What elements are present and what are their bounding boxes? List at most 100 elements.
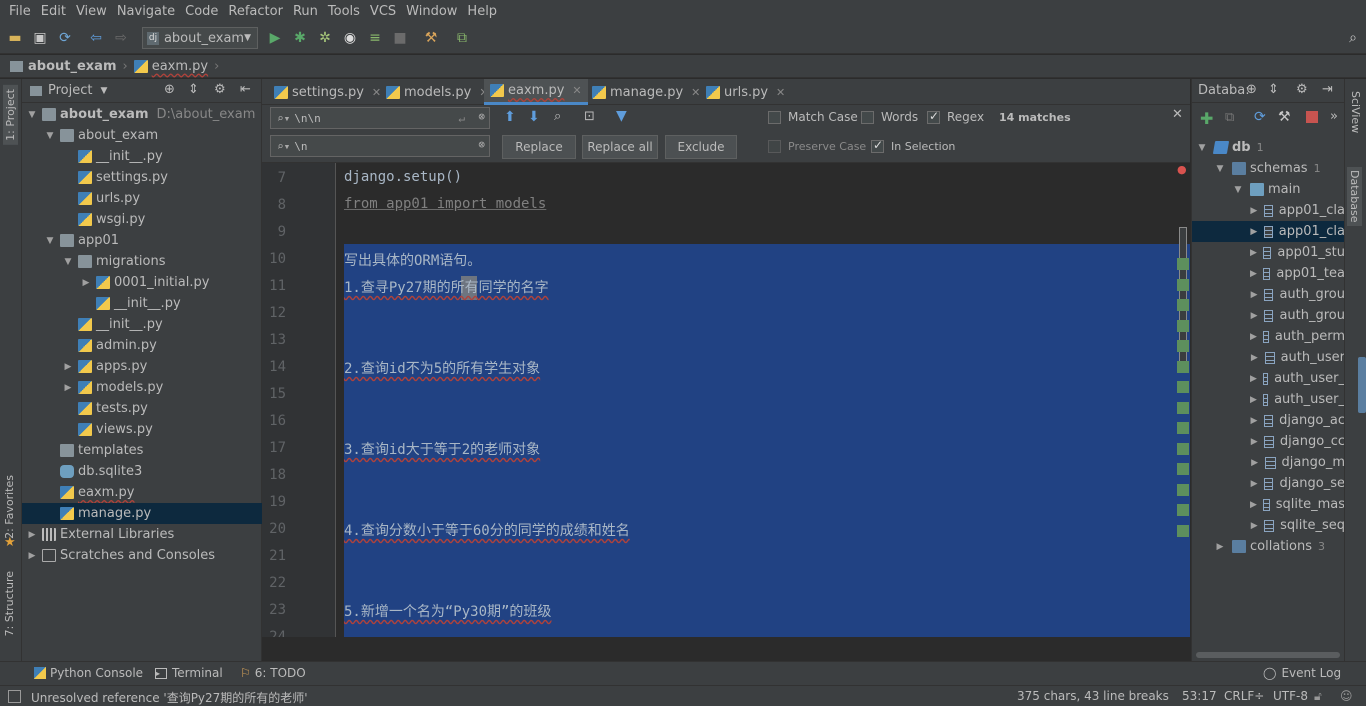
project-tree-item[interactable]: ▼ about_exam D:\about_exam [22,104,262,125]
database-tree-item[interactable]: ▼ db 1 [1192,137,1344,158]
project-view-select[interactable]: Project [48,83,92,98]
menu-code[interactable]: Code [180,4,223,19]
hide-panel-icon[interactable]: ⇤ [240,82,251,97]
collapsed-arrow-icon[interactable]: ▶ [26,551,38,561]
project-tree-item[interactable]: ▶ Scratches and Consoles [22,545,262,566]
project-tree-item[interactable]: db.sqlite3 [22,461,262,482]
database-tree-item[interactable]: ▶ sqlite_mas [1192,494,1344,515]
find-all-icon[interactable]: ⌕ [554,109,561,124]
words-checkbox[interactable] [861,111,874,124]
menu-refactor[interactable]: Refactor [223,4,288,19]
project-tree-item[interactable]: ▶ apps.py [22,356,262,377]
database-tree-item[interactable]: ▶ sqlite_seq [1192,515,1344,536]
database-tree-item[interactable]: ▶ auth_user [1192,347,1344,368]
favorites-tool-tab[interactable]: 2: Favorites [3,475,16,539]
menu-file[interactable]: File [4,4,36,19]
previous-occurrence-icon[interactable]: ⬆ [504,109,516,125]
forward-icon[interactable]: ⇨ [112,29,130,47]
replace-all-button[interactable]: Replace all [582,135,658,159]
match-marker[interactable] [1177,442,1189,455]
collapsed-arrow-icon[interactable]: ▶ [1250,416,1258,426]
collapsed-arrow-icon[interactable]: ▶ [1250,353,1259,363]
inspector-icon[interactable]: ☺ [1340,689,1353,703]
match-marker[interactable] [1177,299,1189,311]
lock-icon[interactable]: 🔓︎ [1314,689,1322,704]
database-tree-item[interactable]: ▶ django_m [1192,452,1344,473]
close-icon[interactable]: ✕ [572,84,581,97]
project-tree-item[interactable]: urls.py [22,188,262,209]
menu-edit[interactable]: Edit [36,4,71,19]
stop-icon[interactable] [1306,111,1318,123]
menu-help[interactable]: Help [462,4,502,19]
project-tree-item[interactable]: eaxm.py [22,482,262,503]
clear-icon[interactable]: ⊗ [478,138,485,151]
copy-icon[interactable]: ⧉ [1225,110,1234,125]
close-icon[interactable]: ✕ [776,86,785,99]
collapsed-arrow-icon[interactable]: ▶ [1250,269,1257,279]
python-console-tab[interactable]: Python Console [34,666,143,680]
search-everywhere-icon[interactable]: ⌕ [1344,29,1362,47]
settings-wrench-icon[interactable]: ⚒ [1278,109,1291,125]
coverage-icon[interactable]: ✲ [316,29,334,47]
debug-icon[interactable]: ✱ [291,29,309,47]
database-tree-item[interactable]: ▶ auth_grou [1192,305,1344,326]
expanded-arrow-icon[interactable]: ▼ [44,236,56,246]
menu-vcs[interactable]: VCS [365,4,401,19]
more-icon[interactable]: » [1330,109,1338,124]
profile-icon[interactable]: ◉ [341,29,359,47]
search-field[interactable]: ⌕▾ \n\n ↵ ⊗ [270,107,490,129]
locate-icon[interactable]: ⊕ [164,82,175,97]
database-tree-item[interactable]: ▼ schemas 1 [1192,158,1344,179]
collapsed-arrow-icon[interactable]: ▶ [1250,332,1257,342]
event-log-tab[interactable]: ◯ Event Log [1263,666,1341,680]
collapsed-arrow-icon[interactable]: ▶ [1250,374,1257,384]
in-selection-checkbox[interactable] [871,138,884,153]
match-marker[interactable] [1177,463,1189,475]
add-data-source-icon[interactable]: ✚ [1200,109,1213,128]
terminal-tab[interactable]: ▸ Terminal [155,666,223,680]
project-tree-item[interactable]: ▶ External Libraries [22,524,262,545]
match-marker[interactable] [1177,401,1189,414]
menu-run[interactable]: Run [288,4,323,19]
back-icon[interactable]: ⇦ [87,29,105,47]
database-tree-item[interactable]: ▶ app01_cla [1192,200,1344,221]
replace-field[interactable]: ⌕▾ \n ⊗ [270,135,490,157]
collapse-icon[interactable]: ⇕ [1268,82,1279,97]
stop-icon[interactable]: ■ [391,29,409,47]
collapsed-arrow-icon[interactable]: ▶ [26,530,38,540]
match-marker[interactable] [1177,504,1189,516]
database-tree-item[interactable]: ▶ auth_user_ [1192,389,1344,410]
exclude-button[interactable]: Exclude [665,135,737,159]
expanded-arrow-icon[interactable]: ▼ [1214,164,1226,174]
next-occurrence-icon[interactable]: ⬇ [528,109,540,125]
settings-wrench-icon[interactable]: ⚒ [422,29,440,47]
match-case-checkbox[interactable] [768,111,781,124]
project-tree-item[interactable]: __init__.py [22,146,262,167]
collapsed-arrow-icon[interactable]: ▶ [1250,206,1258,216]
database-tree-item[interactable]: ▶ auth_perm [1192,326,1344,347]
tool-windows-icon[interactable] [8,690,21,703]
project-tree-item[interactable]: settings.py [22,167,262,188]
project-tree-item[interactable]: views.py [22,419,262,440]
project-tree-item[interactable]: ▶ models.py [22,377,262,398]
breadcrumb-file[interactable]: eaxm.py [152,59,208,74]
editor-tab[interactable]: eaxm.py ✕ [484,79,588,105]
project-tree-item[interactable]: wsgi.py [22,209,262,230]
sync-icon[interactable]: ⟳ [56,29,74,47]
match-marker[interactable] [1177,524,1189,537]
line-separator[interactable]: CRLF÷ [1224,689,1264,703]
match-marker[interactable] [1177,278,1189,291]
close-icon[interactable]: ✕ [1172,107,1183,122]
add-icon[interactable]: ⊕ [1246,82,1257,97]
editor-tab[interactable]: settings.py ✕ [268,79,387,105]
project-tree-item[interactable]: ▼ migrations [22,251,262,272]
replace-button[interactable]: Replace [502,135,576,159]
preserve-case-checkbox[interactable] [768,140,781,153]
breadcrumb-project[interactable]: about_exam [28,59,117,74]
database-tool-tab[interactable]: Database [1347,167,1362,226]
database-tree-item[interactable]: ▶ app01_cla [1192,221,1344,242]
menu-tools[interactable]: Tools [323,4,365,19]
expanded-arrow-icon[interactable]: ▼ [1232,185,1244,195]
collapsed-arrow-icon[interactable]: ▶ [62,383,74,393]
project-tree-item[interactable]: __init__.py [22,293,262,314]
